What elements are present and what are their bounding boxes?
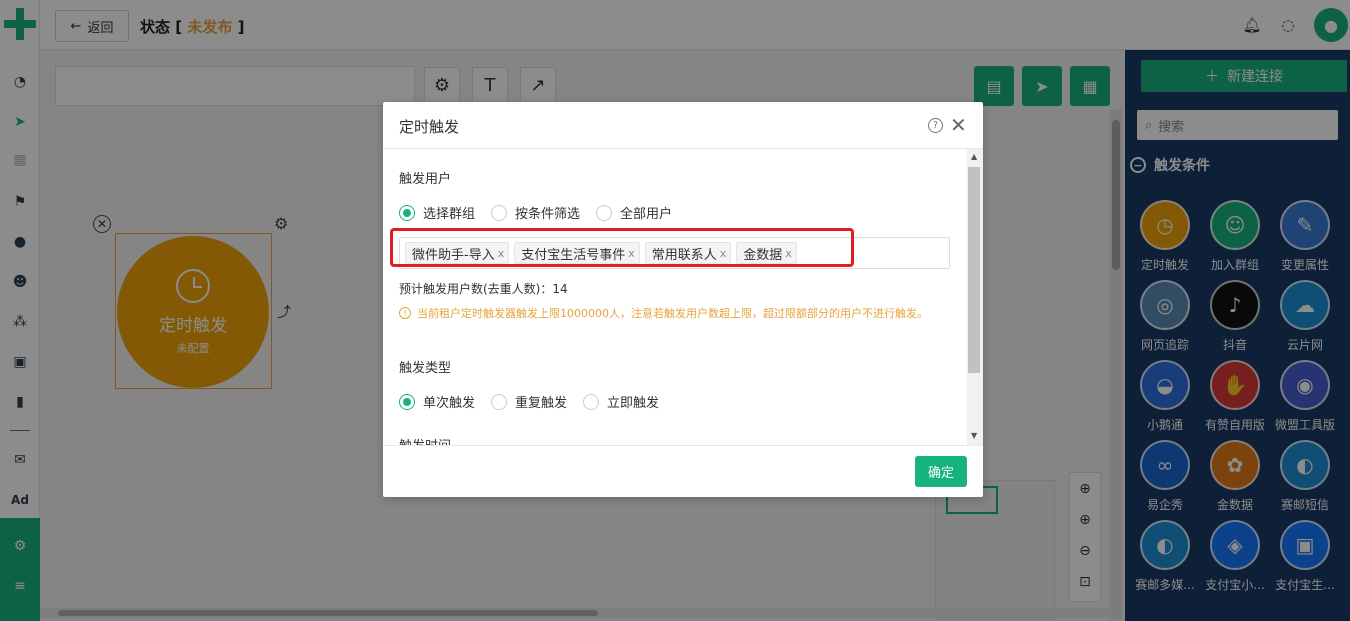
radio-single-trigger[interactable]: 单次触发 (399, 392, 475, 411)
radio-filter-condition[interactable]: 按条件筛选 (491, 203, 580, 222)
radio-all-users[interactable]: 全部用户 (596, 203, 672, 222)
dialog-scrollbar[interactable]: ▲ ▼ (967, 149, 983, 445)
trigger-type-radio-group: 单次触发 重复触发 立即触发 (399, 392, 659, 411)
dialog-header: 定时触发 ? ✕ (383, 102, 983, 149)
dialog-footer: 确定 (383, 445, 983, 497)
radio-dot (399, 204, 415, 221)
timer-trigger-dialog: 定时触发 ? ✕ 触发用户 选择群组 按条件筛选 全部用户 微件助手-导入 x (383, 102, 983, 497)
trigger-type-label: 触发类型 (399, 361, 452, 376)
user-scope-radio-group: 选择群组 按条件筛选 全部用户 (399, 203, 672, 222)
estimated-user-count: 预计触发用户数(去重人数)：14 (399, 282, 568, 296)
confirm-button[interactable]: 确定 (915, 456, 967, 487)
scroll-thumb[interactable] (968, 167, 980, 373)
radio-dot (491, 204, 508, 221)
warning-icon: ! (399, 307, 411, 319)
radio-dot (583, 393, 600, 410)
radio-select-group[interactable]: 选择群组 (399, 203, 475, 222)
trigger-time-label: 触发时间 (399, 435, 451, 445)
close-icon[interactable]: ✕ (950, 113, 967, 137)
trigger-user-label: 触发用户 (399, 172, 452, 187)
radio-repeat-trigger[interactable]: 重复触发 (491, 392, 567, 411)
help-icon[interactable]: ? (928, 118, 943, 133)
scroll-down-icon[interactable]: ▼ (971, 431, 977, 440)
radio-dot (491, 393, 508, 410)
radio-dot (596, 204, 613, 221)
radio-immediate-trigger[interactable]: 立即触发 (583, 392, 659, 411)
limit-warning: ! 当前租户定时触发器触发上限1000000人，注意若触发用户数超上限，超过限额… (399, 305, 949, 322)
annotation-highlight-box (390, 228, 854, 267)
dialog-body: 触发用户 选择群组 按条件筛选 全部用户 微件助手-导入 x 支付宝生活号事件 (383, 149, 983, 445)
radio-dot (399, 393, 415, 410)
scroll-up-icon[interactable]: ▲ (971, 152, 977, 161)
dialog-title: 定时触发 (399, 118, 460, 136)
